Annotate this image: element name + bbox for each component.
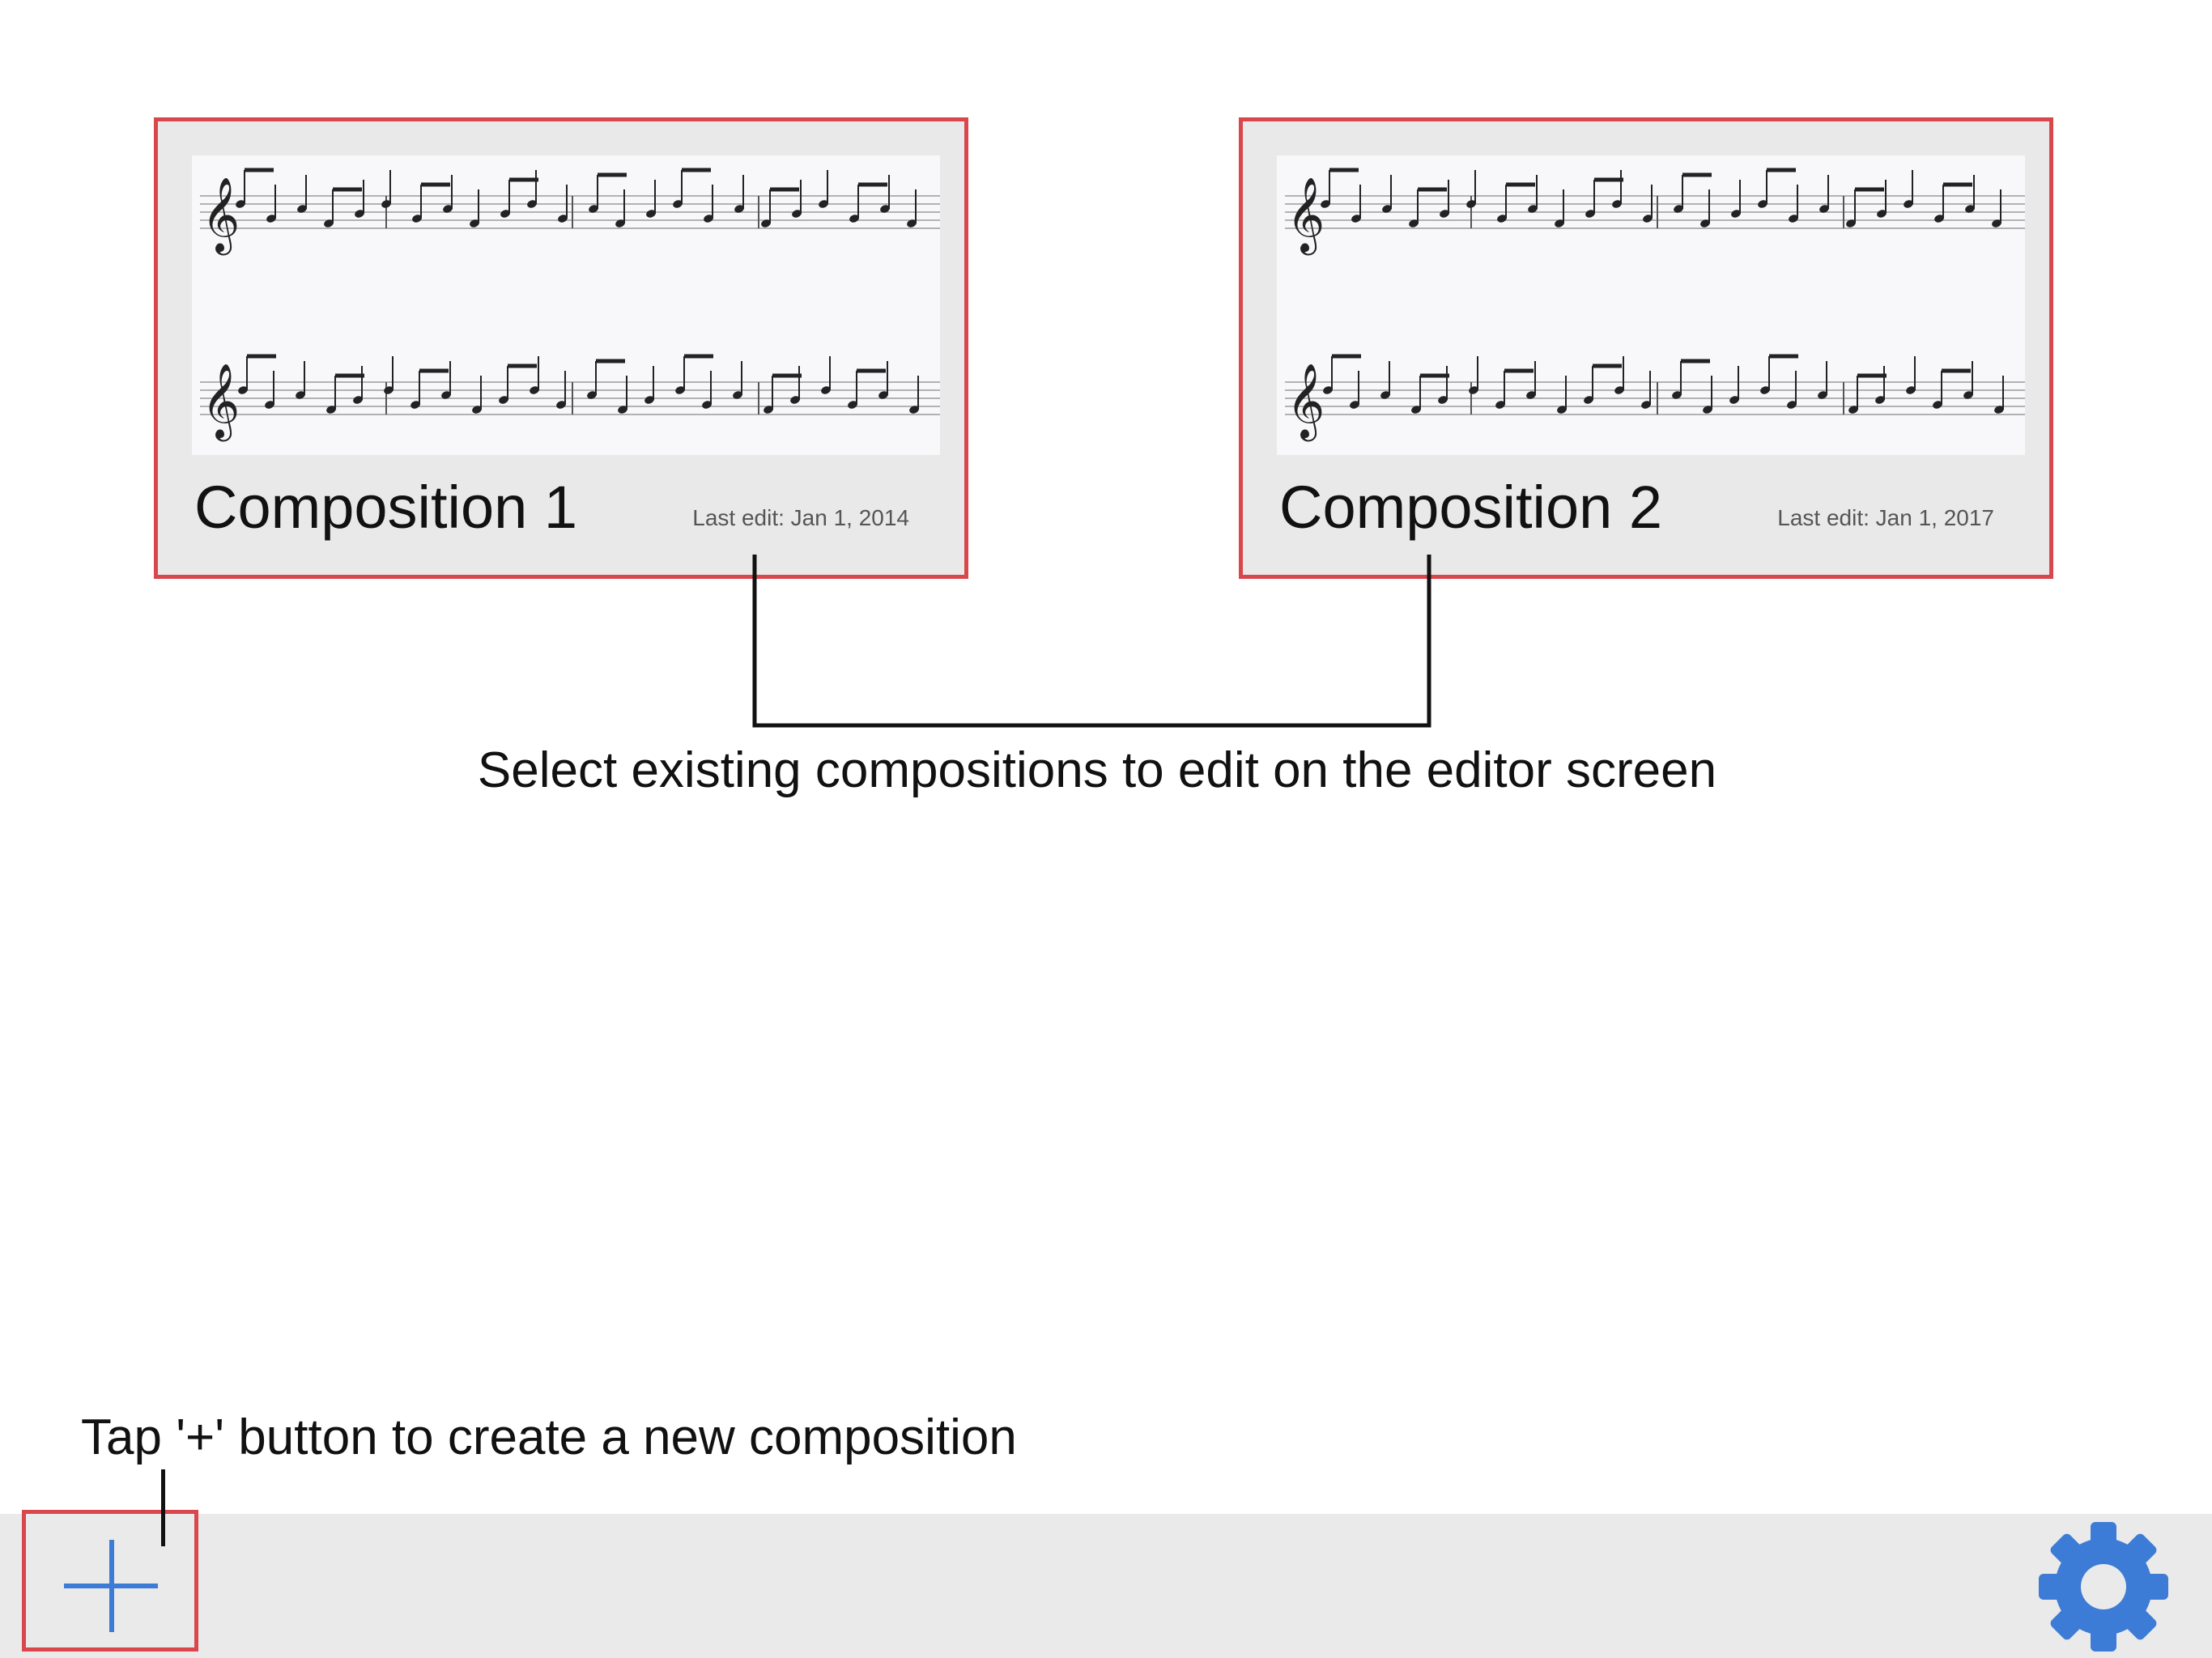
add-composition-button[interactable] [22, 1510, 198, 1652]
sheet-music-thumbnail: 𝄞 𝄞 [192, 155, 940, 455]
composition-card-2[interactable]: 𝄞 𝄞 Composition 2 Last edit: Jan 1, 2017 [1239, 117, 2053, 579]
svg-text:𝄞: 𝄞 [1287, 176, 1325, 255]
sheet-music-image: 𝄞𝄞 [1285, 168, 2025, 441]
svg-text:𝄞: 𝄞 [202, 363, 240, 441]
composition-title: Composition 2 [1279, 474, 1663, 541]
last-edit-date: Last edit: Jan 1, 2017 [1777, 505, 1994, 530]
last-edit-date: Last edit: Jan 1, 2014 [692, 505, 909, 530]
composition-title: Composition 1 [194, 474, 578, 541]
composition-card-1[interactable]: 𝄞 𝄞 Composition 1 Last edit: Jan 1, 2014 [154, 117, 968, 579]
svg-text:𝄞: 𝄞 [202, 176, 240, 255]
bottom-toolbar [0, 1514, 2212, 1658]
select-hint-text: Select existing compositions to edit on … [477, 742, 1717, 798]
settings-button[interactable] [2039, 1522, 2168, 1652]
gear-icon [2039, 1522, 2168, 1652]
add-hint-pointer [161, 1469, 165, 1546]
sheet-music-image: 𝄞𝄞 [200, 168, 940, 441]
svg-text:𝄞: 𝄞 [1287, 363, 1325, 441]
add-hint-text: Tap '+' button to create a new compositi… [81, 1409, 1017, 1465]
sheet-music-thumbnail: 𝄞 𝄞 [1277, 155, 2025, 455]
